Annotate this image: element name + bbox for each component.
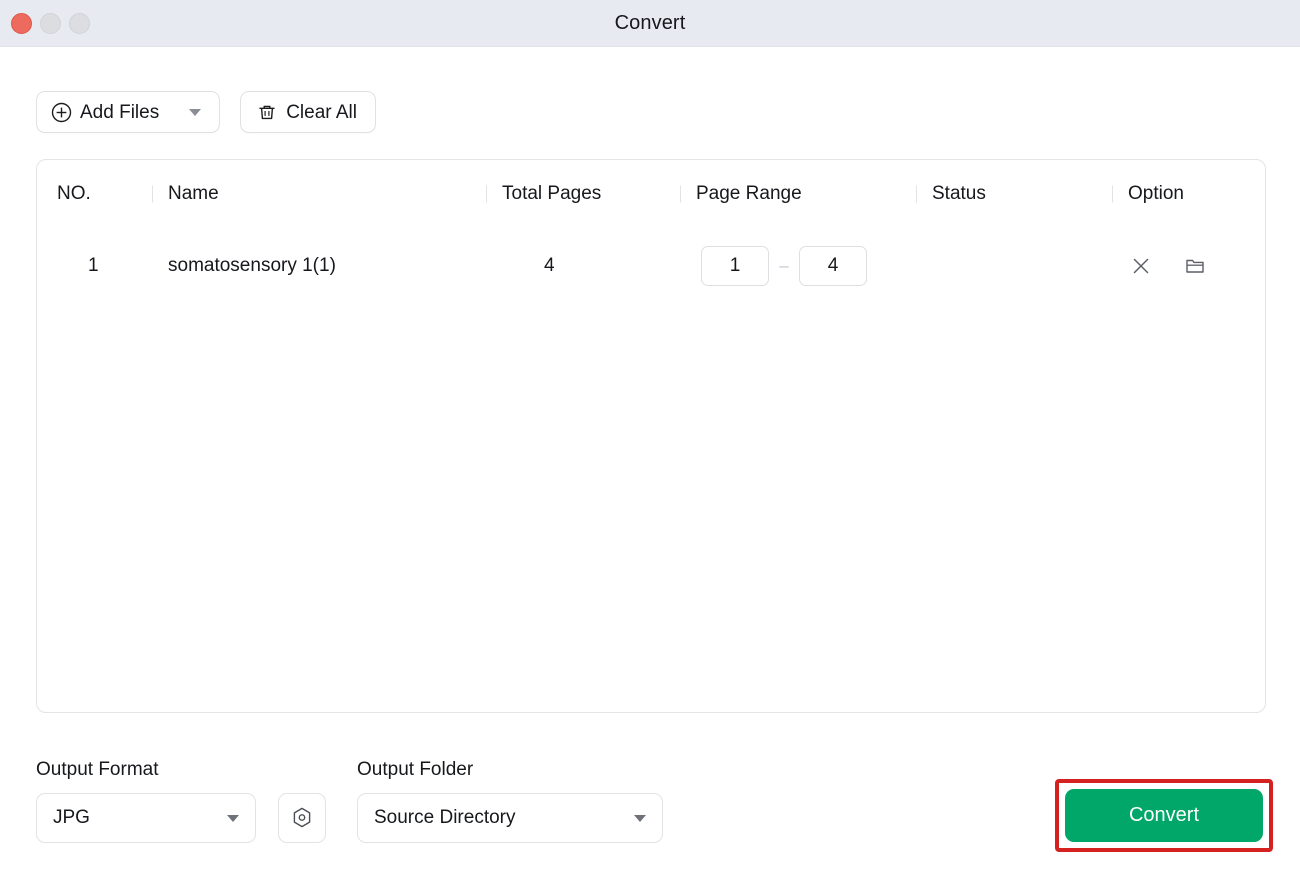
column-header-no-label: NO.: [57, 183, 91, 204]
window-titlebar: Convert: [0, 0, 1300, 47]
chevron-down-icon[interactable]: [189, 108, 202, 116]
maximize-button[interactable]: [69, 13, 90, 34]
window-controls: [11, 0, 90, 47]
convert-button[interactable]: Convert: [1065, 789, 1263, 842]
column-divider: [152, 185, 153, 203]
output-format-label: Output Format: [36, 759, 159, 780]
column-header-option: Option: [1112, 160, 1265, 228]
output-format-value: JPG: [53, 807, 90, 828]
chevron-down-icon: [227, 814, 239, 822]
row-options: [1112, 228, 1265, 304]
column-header-total-pages-label: Total Pages: [502, 183, 602, 204]
convert-button-highlight: Convert: [1055, 779, 1273, 852]
folder-icon[interactable]: [1182, 253, 1208, 279]
row-status: [916, 228, 1112, 304]
output-folder-label: Output Folder: [357, 759, 474, 780]
column-divider: [916, 185, 917, 203]
close-x-icon[interactable]: [1128, 253, 1154, 279]
add-files-button[interactable]: Add Files: [36, 91, 221, 133]
page-range-separator: –: [779, 256, 789, 275]
plus-circle-icon: [51, 102, 72, 123]
clear-all-label: Clear All: [286, 101, 357, 123]
add-files-label: Add Files: [80, 101, 160, 123]
output-format-select[interactable]: JPG: [36, 793, 256, 843]
output-folder-value: Source Directory: [374, 807, 516, 828]
settings-hexagon-icon: [289, 805, 315, 831]
column-header-name: Name: [152, 160, 486, 228]
column-header-total-pages: Total Pages: [486, 160, 680, 228]
toolbar: Add Files Clear All: [0, 47, 1300, 133]
row-file-name: somatosensory 1(1): [168, 255, 336, 276]
row-total-pages: 4: [544, 255, 555, 276]
output-folder-group: Output Folder Source Directory: [357, 760, 663, 843]
table-header-row: NO. Name Total Pages Page Range Status O…: [37, 160, 1265, 228]
trash-icon: [257, 102, 277, 122]
chevron-down-icon: [634, 814, 646, 822]
file-list-panel: NO. Name Total Pages Page Range Status O…: [36, 159, 1266, 713]
clear-all-button[interactable]: Clear All: [240, 91, 376, 133]
output-folder-select[interactable]: Source Directory: [357, 793, 663, 843]
column-header-option-label: Option: [1128, 183, 1184, 204]
format-settings-button[interactable]: [278, 793, 326, 843]
column-header-no: NO.: [37, 160, 152, 228]
column-header-name-label: Name: [168, 183, 219, 204]
column-header-status-label: Status: [932, 183, 986, 204]
column-divider: [680, 185, 681, 203]
row-number: 1: [88, 255, 99, 276]
window-title: Convert: [614, 11, 686, 34]
page-range-end-input[interactable]: 4: [799, 246, 867, 286]
page-range-start-input[interactable]: 1: [701, 246, 769, 286]
minimize-button[interactable]: [40, 13, 61, 34]
row-page-range: 1 – 4: [680, 228, 916, 304]
close-button[interactable]: [11, 13, 32, 34]
column-divider: [1112, 185, 1113, 203]
output-format-group: Output Format JPG: [36, 760, 256, 843]
column-header-page-range-label: Page Range: [696, 183, 802, 204]
table-row[interactable]: 1 somatosensory 1(1) 4 1 – 4: [37, 228, 1265, 304]
column-header-page-range: Page Range: [680, 160, 916, 228]
bottom-bar: Output Format JPG Output Folder Source D…: [0, 713, 1300, 852]
column-divider: [486, 185, 487, 203]
column-header-status: Status: [916, 160, 1112, 228]
